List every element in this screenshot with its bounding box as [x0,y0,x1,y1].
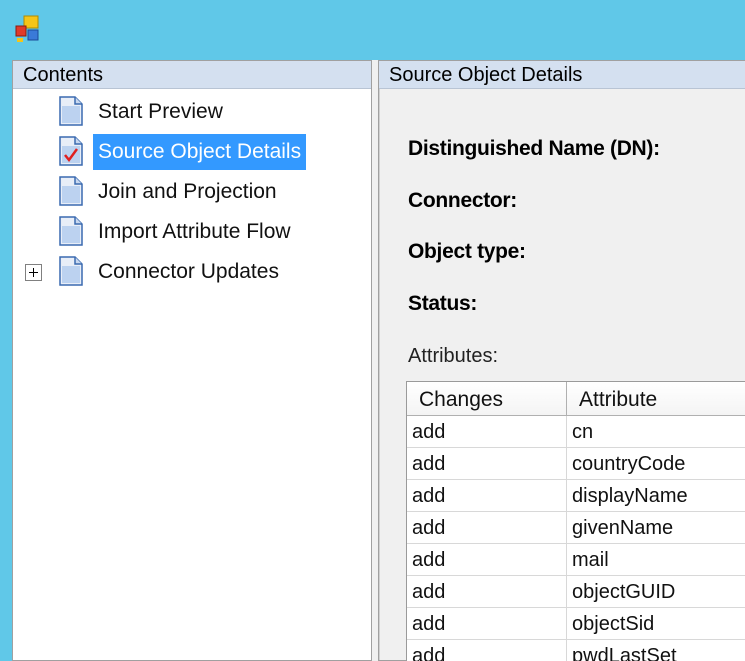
details-body: Distinguished Name (DN): Connector: Obje… [379,89,745,661]
table-row[interactable]: add pwdLastSet [407,640,745,661]
contents-header: Contents [13,61,371,89]
column-header-attribute[interactable]: Attribute [567,382,745,416]
document-icon [59,96,83,126]
title-bar [0,0,745,58]
table-row[interactable]: add objectGUID [407,576,745,608]
tree-item-start-preview[interactable]: Start Preview [13,93,371,131]
table-row[interactable]: add cn [407,416,745,448]
attribute-cell: pwdLastSet [572,645,677,661]
tree-item-import-attribute-flow[interactable]: Import Attribute Flow [13,213,371,251]
attribute-cell: givenName [572,517,674,539]
table-row[interactable]: add displayName [407,480,745,512]
table-row[interactable]: add countryCode [407,448,745,480]
change-cell: add [407,608,567,640]
attribute-cell: displayName [572,485,688,507]
contents-pane: Contents Start Preview Source Object Det… [12,60,372,661]
status-label: Status: [408,292,478,315]
table-row[interactable]: add objectSid [407,608,745,640]
document-icon [59,256,83,286]
tree-item-source-object-details[interactable]: Source Object Details [13,133,371,171]
tree-item-label: Source Object Details [93,134,307,170]
attributes-label: Attributes: [408,345,499,367]
document-icon [59,176,83,206]
tree-item-label: Start Preview [98,100,223,123]
column-header-changes[interactable]: Changes [407,382,567,416]
document-icon [59,216,83,246]
dn-label: Distinguished Name (DN): [408,137,660,160]
change-cell: add [407,480,567,512]
attribute-cell: mail [572,549,609,571]
document-check-icon [59,136,83,166]
tree-item-label: Import Attribute Flow [98,220,291,243]
details-header: Source Object Details [379,61,745,89]
attribute-cell: countryCode [572,453,686,475]
contents-tree: Start Preview Source Object Details Join… [13,89,371,660]
attribute-cell: cn [572,421,594,443]
attribute-cell: objectGUID [572,581,676,603]
attribute-cell: objectSid [572,613,655,635]
tree-item-label: Join and Projection [98,180,277,203]
expand-plus-icon[interactable] [25,264,42,281]
connector-label: Connector: [408,189,517,212]
change-cell: add [407,448,567,480]
app-icon[interactable] [14,14,44,44]
attributes-grid[interactable]: Changes Attribute add cn add countryCode… [406,381,745,661]
tree-item-join-and-projection[interactable]: Join and Projection [13,173,371,211]
table-row[interactable]: add mail [407,544,745,576]
change-cell: add [407,576,567,608]
table-row[interactable]: add givenName [407,512,745,544]
change-cell: add [407,544,567,576]
grid-header: Changes Attribute [407,382,745,416]
tree-item-label: Connector Updates [98,260,279,283]
change-cell: add [407,640,567,661]
change-cell: add [407,512,567,544]
details-pane: Source Object Details Distinguished Name… [378,60,745,661]
object-type-label: Object type: [408,240,526,263]
tree-item-connector-updates[interactable]: Connector Updates [13,253,371,291]
change-cell: add [407,416,567,448]
